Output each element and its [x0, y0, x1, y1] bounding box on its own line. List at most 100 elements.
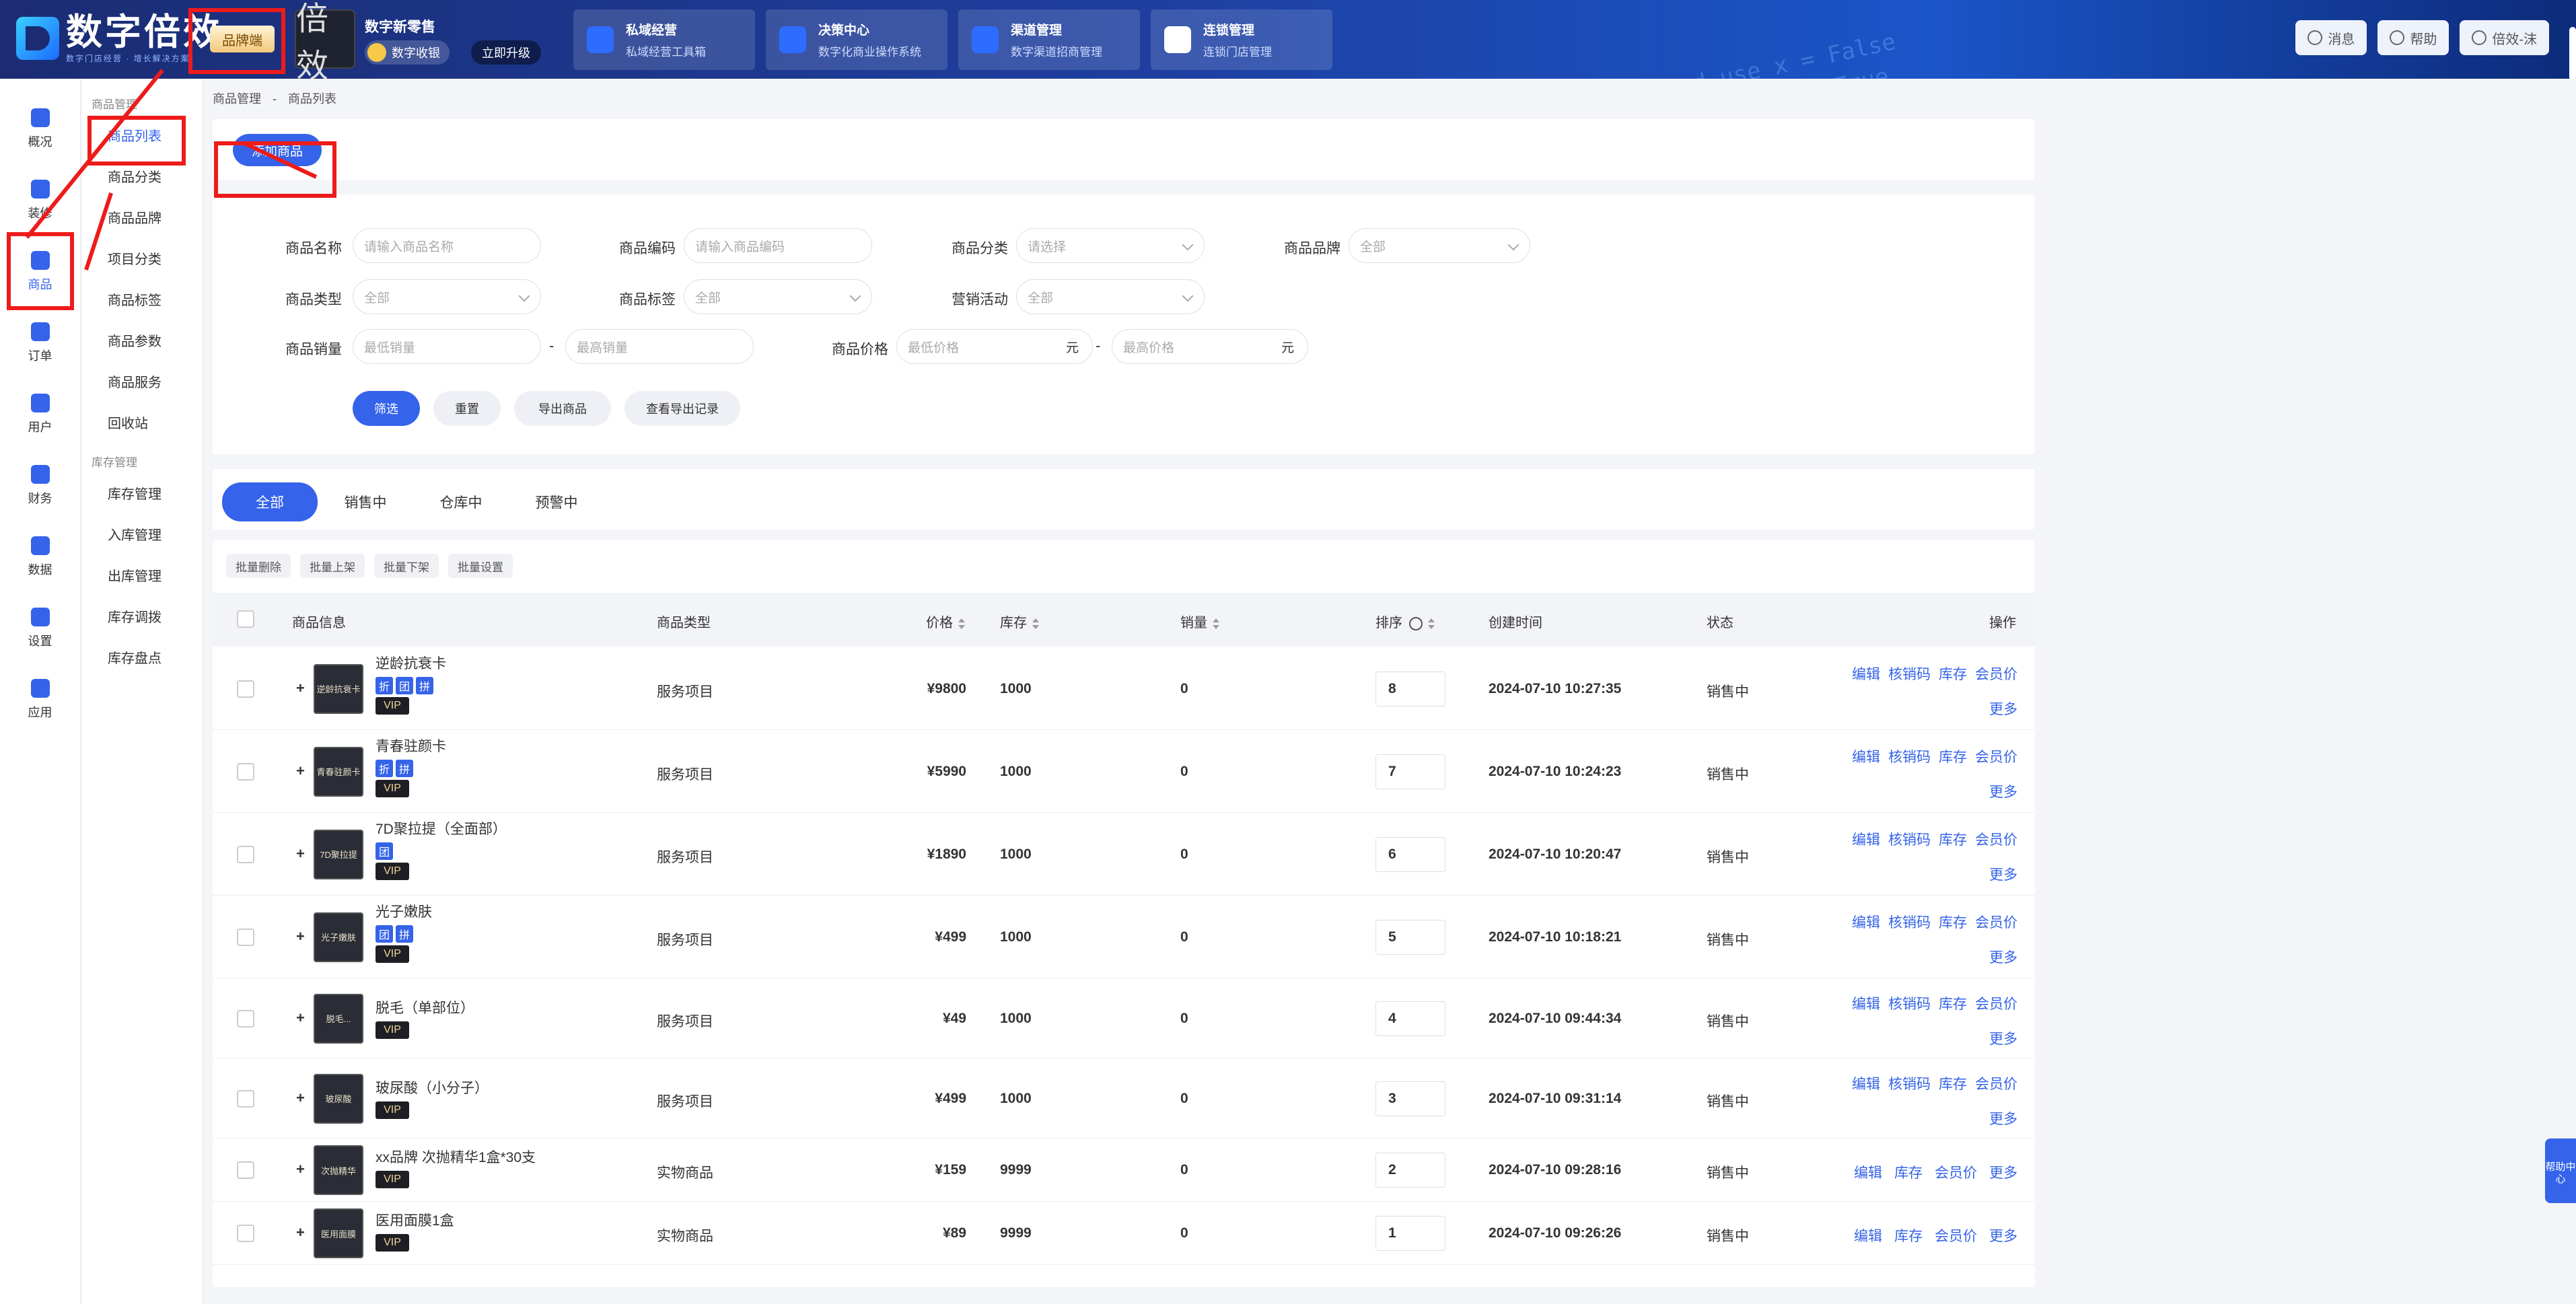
sales-max-input[interactable]: 最高销量: [565, 329, 754, 364]
module-channel[interactable]: 渠道管理 数字渠道招商管理: [958, 9, 1140, 70]
action-link[interactable]: 会员价: [1975, 832, 2017, 848]
tab-all[interactable]: 全部: [222, 482, 318, 521]
action-link[interactable]: 编辑: [1852, 997, 1880, 1012]
expand-icon[interactable]: +: [296, 680, 305, 697]
action-link[interactable]: 编辑: [1854, 1229, 1882, 1244]
more-link[interactable]: 更多: [1989, 950, 2017, 966]
upgrade-button[interactable]: 立即升级: [471, 40, 541, 65]
action-link[interactable]: 编辑: [1852, 667, 1880, 682]
action-link[interactable]: 核销码: [1888, 832, 1931, 848]
goods-thumbnail[interactable]: 医用面膜: [314, 1208, 363, 1258]
action-link[interactable]: 更多: [1989, 1165, 2017, 1181]
action-link[interactable]: 会员价: [1935, 1229, 1977, 1244]
goods-name[interactable]: 医用面膜1盒: [375, 1210, 454, 1230]
action-link[interactable]: 会员价: [1975, 750, 2017, 765]
sort-input[interactable]: 2: [1375, 1153, 1445, 1188]
action-link[interactable]: 会员价: [1975, 997, 2017, 1012]
sort-input[interactable]: 5: [1375, 919, 1445, 955]
goods-name[interactable]: 逆龄抗衰卡: [375, 653, 446, 673]
nav-data[interactable]: 数据: [0, 521, 80, 593]
more-link[interactable]: 更多: [1989, 1112, 2017, 1127]
action-link[interactable]: 核销码: [1888, 1077, 1931, 1092]
brand-select[interactable]: 全部: [1349, 228, 1530, 263]
header-sales[interactable]: 销量: [1180, 612, 1219, 631]
goods-thumbnail[interactable]: 青春驻颜卡: [314, 746, 363, 797]
module-chain[interactable]: 连锁管理 连锁门店管理: [1151, 9, 1332, 70]
row-checkbox[interactable]: [237, 1089, 254, 1108]
row-checkbox[interactable]: [237, 1225, 254, 1242]
help-center-float[interactable]: 帮助中心: [2545, 1138, 2576, 1203]
reset-button[interactable]: 重置: [433, 391, 501, 426]
module-private-domain[interactable]: 私域经营 私域经营工具箱: [573, 9, 755, 70]
price-max-input[interactable]: 最高价格 元: [1112, 329, 1308, 364]
sort-input[interactable]: 8: [1375, 671, 1445, 707]
submenu-stock-out[interactable]: 出库管理: [82, 556, 203, 597]
goods-name[interactable]: 青春驻颜卡: [375, 735, 446, 756]
action-link[interactable]: 编辑: [1852, 750, 1880, 765]
row-checkbox[interactable]: [237, 928, 254, 946]
action-link[interactable]: 核销码: [1888, 667, 1931, 682]
expand-icon[interactable]: +: [296, 845, 305, 863]
bulk-setting-button[interactable]: 批量设置: [448, 554, 513, 578]
header-sort[interactable]: 排序: [1375, 612, 1435, 631]
header-stock[interactable]: 库存: [1000, 612, 1039, 631]
expand-icon[interactable]: +: [296, 1089, 305, 1107]
more-link[interactable]: 更多: [1989, 702, 2017, 717]
bulk-offline-button[interactable]: 批量下架: [374, 554, 439, 578]
submenu-stock-in[interactable]: 入库管理: [82, 515, 203, 556]
expand-icon[interactable]: +: [296, 1224, 305, 1241]
nav-decorate[interactable]: 装修: [0, 165, 80, 236]
submenu-stock-transfer[interactable]: 库存调拨: [82, 597, 203, 639]
breadcrumb-goods-manage[interactable]: 商品管理: [213, 92, 261, 106]
more-link[interactable]: 更多: [1989, 867, 2017, 883]
expand-icon[interactable]: +: [296, 1161, 305, 1178]
row-checkbox[interactable]: [237, 762, 254, 781]
row-checkbox[interactable]: [237, 1009, 254, 1027]
action-link[interactable]: 编辑: [1852, 832, 1880, 848]
row-checkbox[interactable]: [237, 680, 254, 698]
messages-button[interactable]: 消息: [2295, 20, 2367, 55]
action-link[interactable]: 库存: [1939, 915, 1967, 931]
store-avatar[interactable]: 倍效: [295, 1, 355, 79]
submenu-goods-params[interactable]: 商品参数: [82, 322, 203, 363]
price-min-input[interactable]: 最低价格 元: [896, 329, 1093, 364]
action-link[interactable]: 核销码: [1888, 915, 1931, 931]
tab-warning[interactable]: 预警中: [509, 482, 604, 521]
row-checkbox[interactable]: [237, 845, 254, 863]
expand-icon[interactable]: +: [296, 762, 305, 780]
goods-thumbnail[interactable]: 光子嫩肤: [314, 912, 363, 962]
sort-input[interactable]: 6: [1375, 836, 1445, 872]
action-link[interactable]: 库存: [1939, 832, 1967, 848]
nav-apps[interactable]: 应用: [0, 664, 80, 735]
bulk-delete-button[interactable]: 批量删除: [226, 554, 291, 578]
action-link[interactable]: 库存: [1939, 1077, 1967, 1092]
goods-thumbnail[interactable]: 7D聚拉提: [314, 829, 363, 879]
goods-name[interactable]: 光子嫩肤: [375, 901, 432, 921]
nav-settings[interactable]: 设置: [0, 593, 80, 664]
nav-user[interactable]: 用户: [0, 379, 80, 450]
expand-icon[interactable]: +: [296, 928, 305, 945]
action-link[interactable]: 会员价: [1975, 915, 2017, 931]
sort-input[interactable]: 4: [1375, 1001, 1445, 1036]
goods-name[interactable]: 玻尿酸（小分子）: [375, 1077, 489, 1097]
action-link[interactable]: 库存: [1939, 667, 1967, 682]
sales-min-input[interactable]: 最低销量: [353, 329, 541, 364]
action-link[interactable]: 会员价: [1935, 1165, 1977, 1181]
sort-input[interactable]: 3: [1375, 1081, 1445, 1116]
action-link[interactable]: 编辑: [1852, 1077, 1880, 1092]
submenu-project-category[interactable]: 项目分类: [82, 240, 203, 281]
user-menu[interactable]: 倍效-沫: [2460, 20, 2549, 55]
action-link[interactable]: 编辑: [1852, 915, 1880, 931]
action-link[interactable]: 库存: [1894, 1229, 1923, 1244]
select-all-checkbox[interactable]: [237, 610, 254, 628]
sort-input[interactable]: 1: [1375, 1216, 1445, 1251]
category-select[interactable]: 请选择: [1016, 228, 1205, 263]
tab-on-sale[interactable]: 销售中: [318, 482, 413, 521]
help-button[interactable]: 帮助: [2377, 20, 2449, 55]
action-link[interactable]: 库存: [1894, 1165, 1923, 1181]
action-link[interactable]: 会员价: [1975, 1077, 2017, 1092]
submenu-goods-tag[interactable]: 商品标签: [82, 281, 203, 322]
goods-name[interactable]: 脱毛（单部位）: [375, 997, 474, 1017]
action-link[interactable]: 更多: [1989, 1229, 2017, 1244]
goods-thumbnail[interactable]: 脱毛...: [314, 993, 363, 1044]
